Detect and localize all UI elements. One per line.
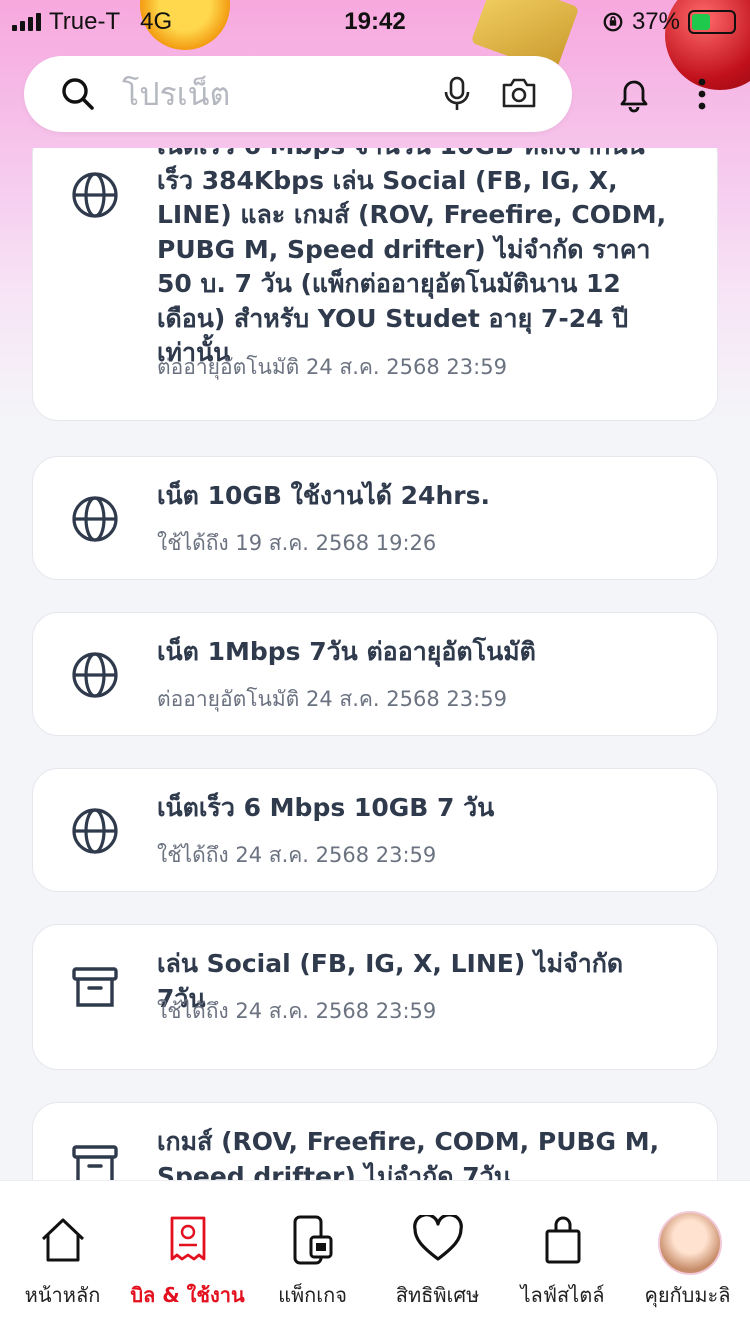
bill-icon xyxy=(170,1216,205,1261)
package-title: เกมส์ (ROV, Freefire, CODM, PUBG M, Spee… xyxy=(157,1127,660,1180)
package-card[interactable]: เน็ตเร็ว 6 Mbps 10GB 7 วัน ใช้ได้ถึง 24 … xyxy=(32,768,718,892)
nav-item-home[interactable]: หน้าหลัก xyxy=(0,1181,125,1335)
archive-box-icon xyxy=(72,1145,118,1180)
nav-label: แพ็กเกจ xyxy=(278,1283,347,1307)
nav-label: หน้าหลัก xyxy=(24,1283,101,1307)
package-expiry: ใช้ได้ถึง 19 ส.ค. 2568 19:26 xyxy=(157,531,437,555)
bottom-navigation: หน้าหลัก บิล & ใช้งาน แพ็กเกจ สิทธิพิเศษ… xyxy=(0,1180,750,1335)
package-card[interactable]: เน็ต 10GB ใช้งานได้ 24hrs. ใช้ได้ถึง 19 … xyxy=(32,456,718,580)
package-list: เน็ตเร็ว 6 Mbps จำนวน 10GB หลังจากนั้น เ… xyxy=(0,148,750,1180)
nav-item-chat-mali[interactable]: คุยกับมะลิ xyxy=(625,1181,750,1335)
package-title: เน็ตเร็ว 6 Mbps จำนวน 10GB หลังจากนั้น เ… xyxy=(157,148,667,367)
globe-icon xyxy=(72,172,118,218)
globe-icon xyxy=(72,808,118,854)
more-options-icon[interactable] xyxy=(696,74,708,114)
package-card[interactable]: เน็ต 1Mbps 7วัน ต่ออายุอัตโนมัติ ต่ออายุ… xyxy=(32,612,718,736)
status-bar: True-T 4G 19:42 37% xyxy=(0,0,750,44)
package-title: เน็ตเร็ว 6 Mbps 10GB 7 วัน xyxy=(157,793,495,822)
package-title: เน็ต 10GB ใช้งานได้ 24hrs. xyxy=(157,481,490,510)
avatar-icon xyxy=(658,1211,722,1275)
package-card[interactable]: เน็ตเร็ว 6 Mbps จำนวน 10GB หลังจากนั้น เ… xyxy=(32,148,718,421)
phone-sim-icon xyxy=(293,1215,332,1265)
nav-label: บิล & ใช้งาน xyxy=(130,1283,245,1307)
shopping-bag-icon xyxy=(545,1216,580,1264)
rotation-lock-icon xyxy=(603,12,623,32)
home-icon xyxy=(41,1218,84,1262)
search-bar[interactable] xyxy=(24,56,572,132)
package-expiry: ใช้ได้ถึง 24 ส.ค. 2568 23:59 xyxy=(157,999,437,1023)
notification-bell-icon[interactable] xyxy=(614,74,654,114)
nav-label: คุยกับมะลิ xyxy=(644,1283,731,1307)
package-title: เน็ต 1Mbps 7วัน ต่ออายุอัตโนมัติ xyxy=(157,637,536,666)
globe-icon xyxy=(72,496,118,542)
package-card[interactable]: เล่น Social (FB, IG, X, LINE) ไม่จำกัด 7… xyxy=(32,924,718,1070)
nav-label: สิทธิพิเศษ xyxy=(395,1283,480,1307)
search-icon[interactable] xyxy=(58,74,98,114)
nav-item-bills-usage[interactable]: บิล & ใช้งาน xyxy=(125,1181,250,1335)
status-right: 37% xyxy=(602,8,736,36)
package-expiry: ต่ออายุอัตโนมัติ 24 ส.ค. 2568 23:59 xyxy=(157,687,507,711)
globe-icon xyxy=(72,652,118,698)
battery-icon xyxy=(688,10,736,34)
microphone-icon[interactable] xyxy=(442,76,472,112)
package-expiry: ใช้ได้ถึง 24 ส.ค. 2568 23:59 xyxy=(157,843,437,867)
battery-percent: 37% xyxy=(631,8,680,35)
nav-label: ไลฟ์สไตล์ xyxy=(520,1283,605,1307)
package-expiry: ต่ออายุอัตโนมัติ 24 ส.ค. 2568 23:59 xyxy=(157,355,507,379)
package-card[interactable]: เกมส์ (ROV, Freefire, CODM, PUBG M, Spee… xyxy=(32,1102,718,1180)
heart-icon xyxy=(412,1215,463,1261)
camera-icon[interactable] xyxy=(500,76,538,110)
nav-item-packages[interactable]: แพ็กเกจ xyxy=(250,1181,375,1335)
nav-item-privileges[interactable]: สิทธิพิเศษ xyxy=(375,1181,500,1335)
archive-box-icon xyxy=(72,967,118,1007)
nav-item-lifestyle[interactable]: ไลฟ์สไตล์ xyxy=(500,1181,625,1335)
search-input[interactable] xyxy=(120,74,414,114)
